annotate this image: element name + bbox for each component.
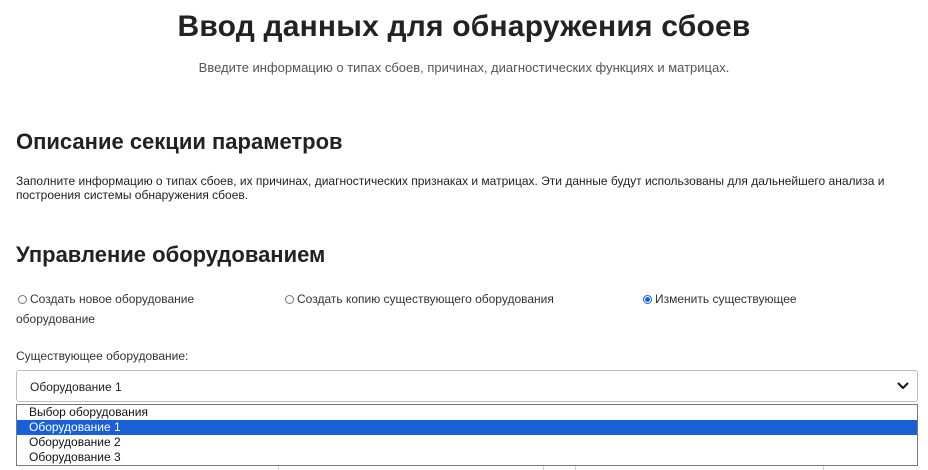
radio-edit-existing[interactable]: Изменить существующее <box>643 292 797 306</box>
existing-equipment-select[interactable]: Оборудование 1 <box>16 370 918 402</box>
radio-create-new-label: Создать новое оборудование <box>30 292 195 306</box>
params-section-heading: Описание секции параметров <box>16 129 343 154</box>
background-divider <box>823 466 824 470</box>
dropdown-option-equipment-1[interactable]: Оборудование 1 <box>17 420 917 435</box>
background-divider <box>278 466 279 470</box>
radio-edit-existing-indicator[interactable] <box>643 294 652 304</box>
radio-create-copy-label: Создать копию существующего оборудования <box>297 292 554 306</box>
select-current-value: Оборудование 1 <box>30 380 122 394</box>
radio-wrapped-text: оборудование <box>16 312 95 326</box>
dropdown-option-placeholder[interactable]: Выбор оборудования <box>17 405 917 420</box>
params-section-description: Заполните информацию о типах сбоев, их п… <box>16 174 885 202</box>
dropdown-option-equipment-3[interactable]: Оборудование 3 <box>17 450 917 465</box>
equipment-section-heading: Управление оборудованием <box>16 242 326 267</box>
radio-create-copy[interactable]: Создать копию существующего оборудования <box>285 292 554 306</box>
radio-create-new-indicator[interactable] <box>18 294 27 304</box>
background-divider <box>543 466 544 470</box>
existing-equipment-label: Существующее оборудование: <box>16 349 189 363</box>
page: Ввод данных для обнаружения сбоев Введит… <box>0 0 928 470</box>
radio-create-copy-indicator[interactable] <box>285 294 294 304</box>
radio-edit-existing-label: Изменить существующее <box>655 292 797 306</box>
chevron-down-icon[interactable] <box>897 381 909 391</box>
radio-create-new[interactable]: Создать новое оборудование <box>18 292 194 306</box>
page-subtitle: Введите информацию о типах сбоев, причин… <box>198 60 730 75</box>
background-divider <box>575 466 576 470</box>
page-title: Ввод данных для обнаружения сбоев <box>177 10 751 43</box>
equipment-dropdown-list[interactable]: Выбор оборудования Оборудование 1 Оборуд… <box>16 404 918 466</box>
dropdown-option-equipment-2[interactable]: Оборудование 2 <box>17 435 917 450</box>
